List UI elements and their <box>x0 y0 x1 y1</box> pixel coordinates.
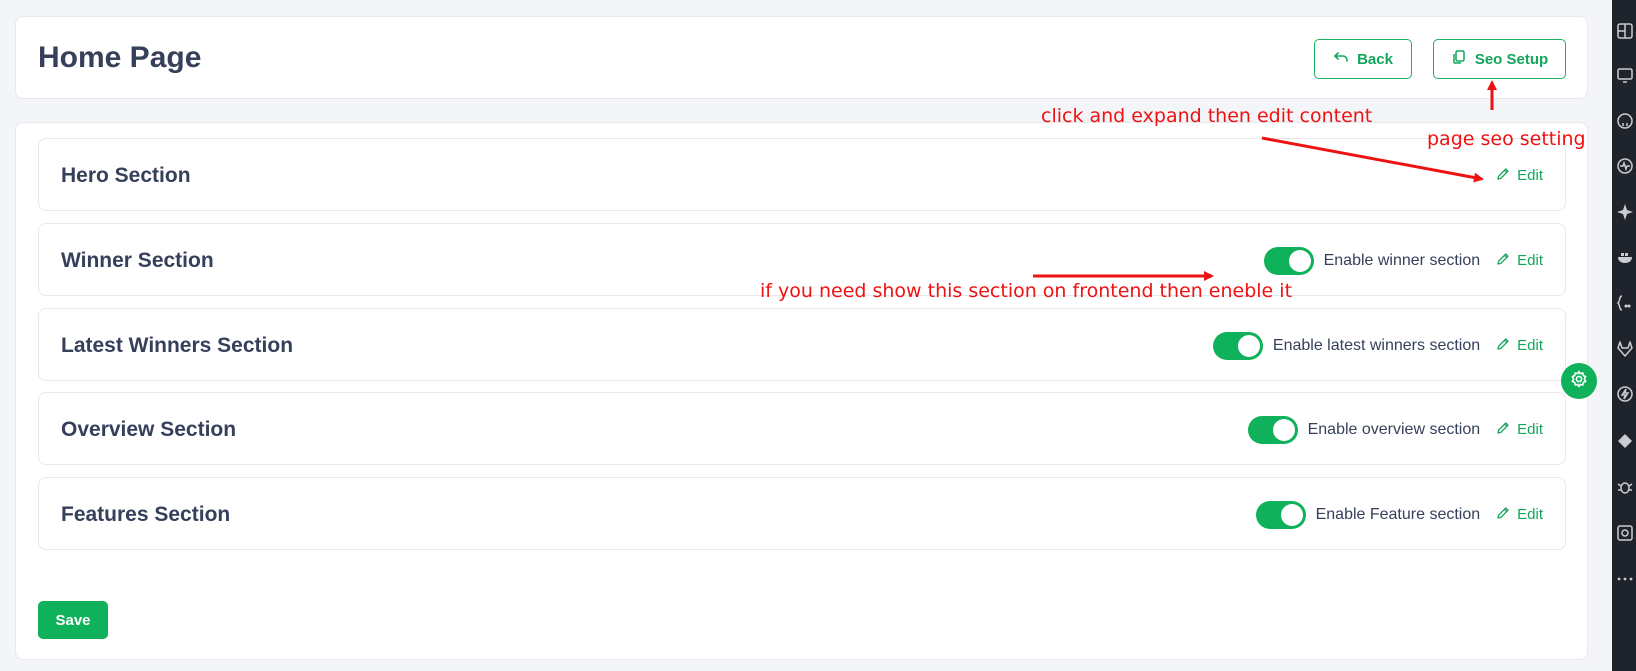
toggle-group: Enable winner section <box>1263 246 1481 275</box>
copyright-icon[interactable] <box>1616 524 1634 542</box>
toggle-label: Enable latest winners section <box>1272 336 1481 354</box>
json-braces-icon[interactable] <box>1616 294 1634 312</box>
toggle-group: Enable overview section <box>1247 415 1481 444</box>
edit-label: Edit <box>1517 421 1543 438</box>
toggle-knob <box>1237 334 1260 357</box>
toggle-knob <box>1272 418 1295 441</box>
section-controls: Enable latest winners section Edit <box>1212 309 1543 382</box>
toggle-knob <box>1280 503 1303 526</box>
page-header: Home Page Back Seo Setup <box>15 16 1588 99</box>
features-section-toggle[interactable] <box>1255 500 1306 529</box>
save-button[interactable]: Save <box>38 601 108 639</box>
section-controls: Enable winner section Edit <box>1263 224 1543 297</box>
back-button[interactable]: Back <box>1314 39 1412 79</box>
pencil-icon <box>1496 167 1510 185</box>
seo-hint-annotation: page seo setting <box>1427 128 1586 150</box>
pencil-icon <box>1496 421 1510 439</box>
seo-setup-label: Seo Setup <box>1474 50 1549 68</box>
edit-hint-annotation: click and expand then edit content <box>1041 105 1373 127</box>
section-title: Overview Section <box>61 418 237 441</box>
jira-icon[interactable] <box>1616 432 1634 450</box>
undo-arrow-icon <box>1333 49 1349 69</box>
section-row-overview[interactable]: Overview Section Enable overview section… <box>38 392 1566 465</box>
toggle-group: Enable latest winners section <box>1212 331 1481 360</box>
toggle-label: Enable overview section <box>1307 420 1481 438</box>
monitor-icon[interactable] <box>1616 66 1634 84</box>
gear-icon <box>1569 369 1589 394</box>
bolt-icon[interactable] <box>1616 385 1634 403</box>
section-title: Winner Section <box>61 249 214 272</box>
pencil-icon <box>1496 337 1510 355</box>
section-controls: Enable Feature section Edit <box>1255 478 1543 551</box>
layout-icon[interactable] <box>1616 22 1634 40</box>
edit-label: Edit <box>1517 337 1543 354</box>
section-title: Hero Section <box>61 164 191 187</box>
edit-label: Edit <box>1517 167 1543 184</box>
seo-setup-button[interactable]: Seo Setup <box>1433 39 1566 79</box>
winner-section-toggle[interactable] <box>1263 246 1314 275</box>
github-icon[interactable] <box>1616 112 1634 130</box>
latest-winners-section-toggle[interactable] <box>1212 331 1263 360</box>
edit-label: Edit <box>1517 252 1543 269</box>
pencil-icon <box>1496 506 1510 524</box>
toggle-hint-annotation: if you need show this section on fronten… <box>760 280 1293 302</box>
section-row-features[interactable]: Features Section Enable Feature section … <box>38 477 1566 550</box>
section-row-hero[interactable]: Hero Section Edit <box>38 138 1566 211</box>
section-controls: Enable overview section Edit <box>1247 393 1543 466</box>
toggle-knob <box>1288 249 1311 272</box>
docker-icon[interactable] <box>1616 248 1634 266</box>
toggle-group: Enable Feature section <box>1255 500 1481 529</box>
copy-icon <box>1451 49 1467 69</box>
edit-features-link[interactable]: Edit <box>1496 506 1543 524</box>
toggle-label: Enable Feature section <box>1315 505 1481 523</box>
edit-label: Edit <box>1517 506 1543 523</box>
gitlab-icon[interactable] <box>1616 340 1634 358</box>
edit-hero-link[interactable]: Edit <box>1496 167 1543 185</box>
more-icon[interactable] <box>1616 570 1634 588</box>
activity-icon[interactable] <box>1616 157 1634 175</box>
section-row-latest-winners[interactable]: Latest Winners Section Enable latest win… <box>38 308 1566 381</box>
section-title: Features Section <box>61 503 231 526</box>
sections-card: Hero Section Edit Winner Section Enable … <box>15 122 1588 660</box>
sparkle-icon[interactable] <box>1616 203 1634 221</box>
toggle-label: Enable winner section <box>1323 251 1481 269</box>
overview-section-toggle[interactable] <box>1247 415 1298 444</box>
edit-overview-link[interactable]: Edit <box>1496 421 1543 439</box>
pencil-icon <box>1496 252 1510 270</box>
edit-latest-winners-link[interactable]: Edit <box>1496 337 1543 355</box>
edit-winner-link[interactable]: Edit <box>1496 252 1543 270</box>
section-title: Latest Winners Section <box>61 334 294 357</box>
side-toolbar <box>1612 0 1636 671</box>
settings-fab[interactable] <box>1561 363 1597 399</box>
page-title: Home Page <box>38 41 202 74</box>
back-button-label: Back <box>1357 50 1393 68</box>
bug-icon[interactable] <box>1616 478 1634 496</box>
